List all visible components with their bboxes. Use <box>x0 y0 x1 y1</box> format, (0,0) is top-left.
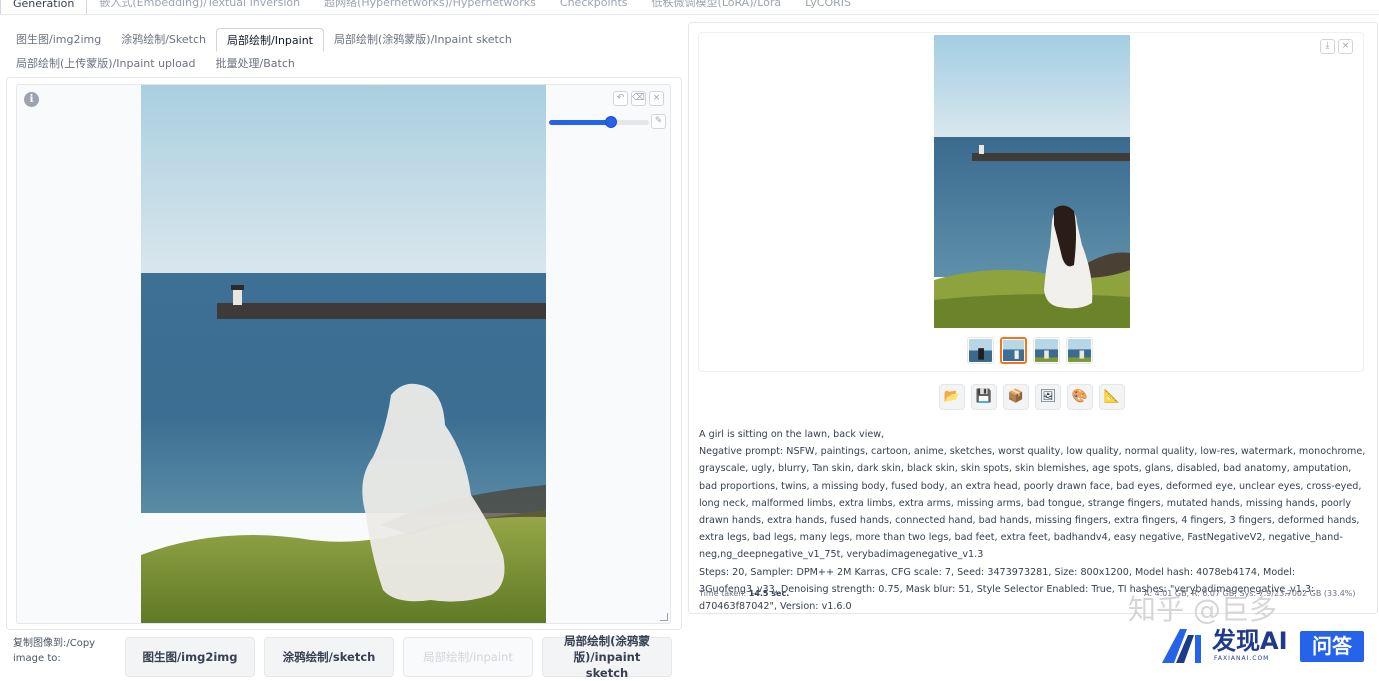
download-icon[interactable]: ⤓ <box>1320 39 1335 54</box>
generation-info: A girl is sitting on the lawn, back view… <box>699 426 1369 615</box>
tab-inpaint-sketch[interactable]: 局部绘制(涂鸦蒙版)/Inpaint sketch <box>324 28 522 52</box>
negative-prompt-text: Negative prompt: NSFW, paintings, cartoo… <box>699 446 1366 561</box>
gallery-thumbnail[interactable] <box>1066 337 1093 364</box>
copy-to-inpaint-button[interactable]: 局部绘制/inpaint <box>403 637 533 677</box>
faxianai-logo-icon <box>1162 629 1201 663</box>
output-panel: ⤓ × 📂 💾 📦 🖼 🎨 📐 A girl is sitting on the… <box>688 22 1378 614</box>
zhihu-watermark: 知乎 @巨多 <box>1128 593 1277 626</box>
copy-image-label: 复制图像到:/Copy image to: <box>13 638 96 664</box>
img2img-mode-tabs: 图生图/img2img 涂鸦绘制/Sketch 局部绘制/Inpaint 局部绘… <box>6 28 676 76</box>
prompt-text: A girl is sitting on the lawn, back view… <box>699 429 885 440</box>
clear-icon[interactable]: ⌫ <box>631 91 646 106</box>
brand-name: 发现AI <box>1212 627 1288 655</box>
canvas-toolbar: ↶ ⌫ × <box>613 91 664 106</box>
time-value: 14.5 sec. <box>748 589 790 598</box>
thumbnail-strip <box>967 337 1093 364</box>
gallery-thumbnail[interactable] <box>967 337 994 364</box>
output-gallery: ⤓ × <box>698 32 1364 372</box>
tab-inpaint[interactable]: 局部绘制/Inpaint <box>216 28 324 52</box>
zip-icon[interactable]: 📦 <box>1003 384 1029 410</box>
folder-icon[interactable]: 📂 <box>939 384 965 410</box>
brush-icon[interactable]: ✎ <box>651 114 666 129</box>
source-image[interactable] <box>141 85 546 623</box>
undo-icon[interactable]: ↶ <box>613 91 628 106</box>
top-tab-bar: Generation 嵌入式(Embedding)/Textual Invers… <box>0 0 1379 14</box>
tab-batch[interactable]: 批量处理/Batch <box>206 52 305 76</box>
close-icon[interactable]: × <box>649 91 664 106</box>
gallery-thumbnail-selected[interactable] <box>1000 337 1027 364</box>
copy-to-sketch-button[interactable]: 涂鸦绘制/sketch <box>264 637 394 677</box>
resize-handle[interactable] <box>660 613 668 621</box>
tab-textual-inversion[interactable]: 嵌入式(Embedding)/Textual Inversion <box>87 0 312 14</box>
time-label: Time taken: <box>699 589 747 598</box>
divider <box>0 14 1379 15</box>
send-to-extras-icon[interactable]: 📐 <box>1099 384 1125 410</box>
send-to-img2img-icon[interactable]: 🖼 <box>1035 384 1061 410</box>
tab-inpaint-upload[interactable]: 局部绘制(上传蒙版)/Inpaint upload <box>6 52 206 76</box>
tab-generation[interactable]: Generation <box>0 0 88 14</box>
tab-sketch[interactable]: 涂鸦绘制/Sketch <box>111 28 216 52</box>
brand-domain: FAXIANAI.COM <box>1214 655 1270 662</box>
gallery-thumbnail[interactable] <box>1033 337 1060 364</box>
gallery-toolbar: ⤓ × <box>1320 39 1353 54</box>
output-image[interactable] <box>934 35 1130 328</box>
tab-checkpoints[interactable]: Checkpoints <box>548 0 640 14</box>
inpaint-panel: i ↶ ⌫ × ✎ <box>6 77 682 630</box>
tab-img2img[interactable]: 图生图/img2img <box>6 28 111 52</box>
send-to-inpaint-icon[interactable]: 🎨 <box>1067 384 1093 410</box>
tab-lora[interactable]: 低秩微调模型(LoRA)/Lora <box>640 0 794 14</box>
qa-badge: 问答 <box>1300 631 1364 662</box>
brush-size-slider[interactable] <box>549 115 649 129</box>
output-action-buttons: 📂 💾 📦 🖼 🎨 📐 <box>939 384 1125 410</box>
info-icon[interactable]: i <box>24 92 39 107</box>
save-icon[interactable]: 💾 <box>971 384 997 410</box>
inpaint-canvas[interactable]: i ↶ ⌫ × ✎ <box>16 84 671 624</box>
time-taken: Time taken: 14.5 sec. <box>699 589 789 598</box>
tab-hypernetworks[interactable]: 超网络(Hypernetworks)/Hypernetworks <box>312 0 548 14</box>
tab-lycoris[interactable]: LyCORIS <box>793 0 863 14</box>
close-icon[interactable]: × <box>1338 39 1353 54</box>
slider-fill <box>549 120 611 125</box>
copy-to-inpaint-sketch-button[interactable]: 局部绘制(涂鸦蒙版)/inpaint sketch <box>542 634 672 680</box>
slider-thumb[interactable] <box>605 116 617 128</box>
copy-to-img2img-button[interactable]: 图生图/img2img <box>125 637 255 677</box>
